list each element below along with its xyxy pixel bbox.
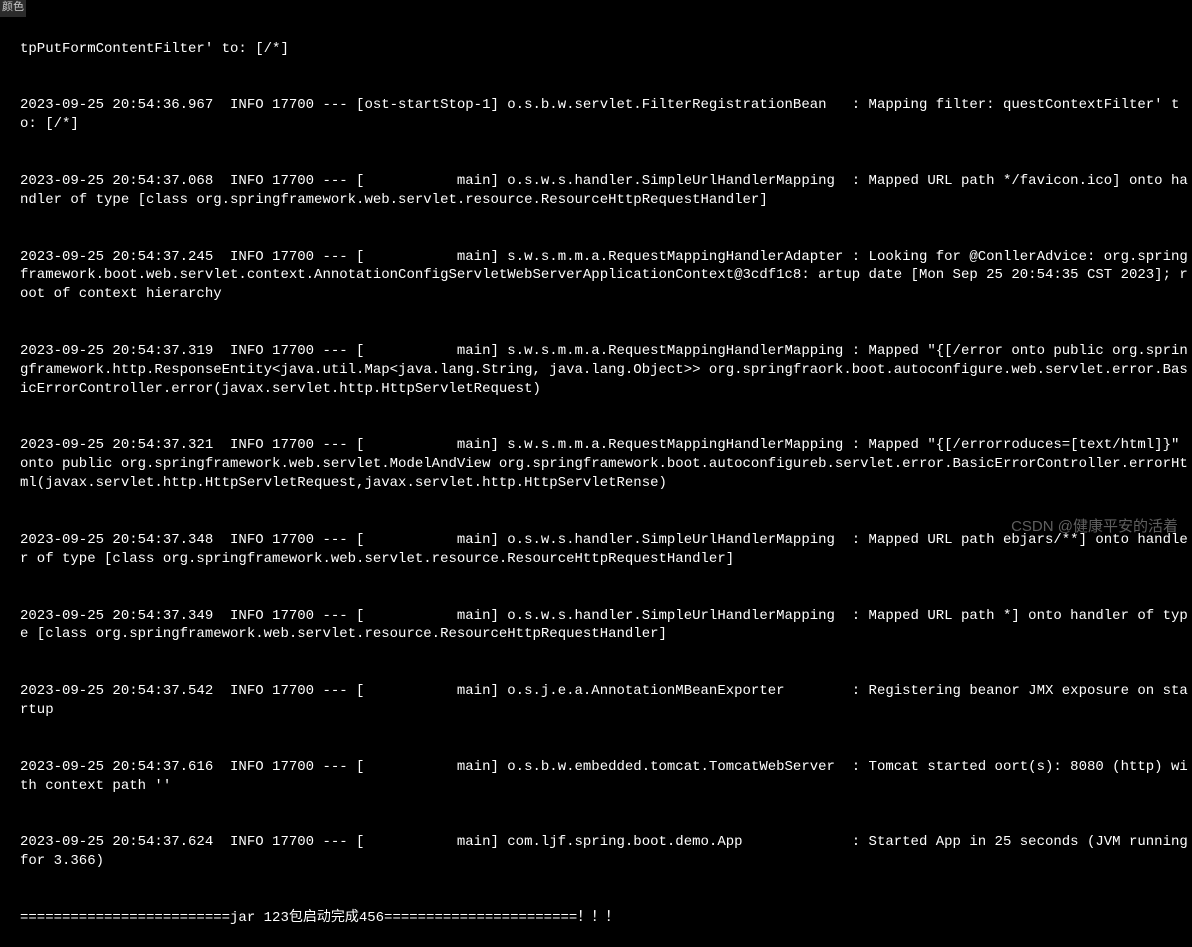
terminal-output: tpPutFormContentFilter' to: [/*] 2023-09… [4, 2, 1188, 947]
side-panel-label: 颜色 [0, 0, 26, 17]
log-line: 2023-09-25 20:54:37.616 INFO 17700 --- [… [20, 758, 1188, 796]
log-line: =========================jar 123包启动完成456… [20, 909, 1188, 928]
watermark-text: CSDN @健康平安的活着 [1011, 517, 1178, 537]
log-line: 2023-09-25 20:54:37.349 INFO 17700 --- [… [20, 607, 1188, 645]
log-line: 2023-09-25 20:54:37.321 INFO 17700 --- [… [20, 436, 1188, 493]
log-line: 2023-09-25 20:54:37.068 INFO 17700 --- [… [20, 172, 1188, 210]
log-line: 2023-09-25 20:54:37.245 INFO 17700 --- [… [20, 248, 1188, 305]
log-line: 2023-09-25 20:54:36.967 INFO 17700 --- [… [20, 96, 1188, 134]
log-line: tpPutFormContentFilter' to: [/*] [20, 40, 1188, 59]
log-line: 2023-09-25 20:54:37.624 INFO 17700 --- [… [20, 833, 1188, 871]
log-line: 2023-09-25 20:54:37.319 INFO 17700 --- [… [20, 342, 1188, 399]
log-line: 2023-09-25 20:54:37.542 INFO 17700 --- [… [20, 682, 1188, 720]
